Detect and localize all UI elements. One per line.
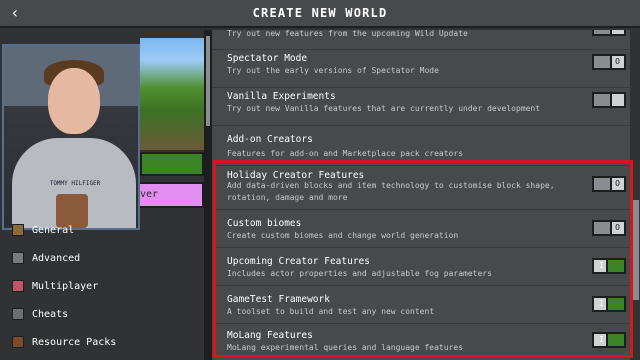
nav-item-label: General (32, 224, 75, 236)
cheats-icon (12, 308, 24, 320)
nav-item-label: Multiplayer (32, 280, 99, 292)
webcam-overlay: TOMMY HILFIGER (2, 44, 140, 230)
world-preview-image (140, 38, 204, 150)
left-scrollbar-thumb[interactable] (206, 36, 210, 126)
side-nav: General Advanced Multiplayer Cheats Reso… (0, 216, 204, 356)
setting-toggle[interactable]: I (592, 296, 626, 312)
setting-title: MoLang Features (227, 330, 313, 341)
create-button[interactable] (140, 152, 204, 176)
setting-row-vanilla-experiments: Vanilla Experiments Try out new Vanilla … (212, 88, 640, 126)
setting-title: Spectator Mode (227, 53, 308, 64)
toggle-mark: O (615, 179, 620, 188)
general-icon (12, 224, 24, 236)
nav-item-multiplayer[interactable]: Multiplayer (0, 272, 204, 300)
setting-toggle[interactable]: I (592, 332, 626, 348)
settings-list: Try out new features from the upcoming W… (212, 30, 640, 360)
left-panel: rver TOMMY HILFIGER General Advanced Mul… (0, 30, 204, 360)
header: ‹ CREATE NEW WORLD (0, 0, 640, 28)
setting-title: GameTest Framework (227, 294, 330, 305)
setting-row-gametest-framework: GameTest Framework A toolset to build an… (212, 286, 640, 324)
toggle-mark: I (599, 299, 604, 308)
setting-row-molang-features: MoLang Features MoLang experimental quer… (212, 324, 640, 360)
toggle-knob (610, 30, 626, 36)
toggle-knob (610, 92, 626, 108)
nav-item-label: Advanced (32, 252, 81, 264)
setting-toggle[interactable] (592, 30, 626, 36)
setting-toggle[interactable]: O (592, 54, 626, 70)
setting-row-holiday-creator-features: Holiday Creator Features Add data-driven… (212, 166, 640, 210)
toggle-mark: O (615, 223, 620, 232)
setting-toggle[interactable]: O (592, 176, 626, 192)
nav-item-advanced[interactable]: Advanced (0, 244, 204, 272)
nav-item-label: Resource Packs (32, 336, 117, 348)
setting-desc: A toolset to build and test any new cont… (227, 307, 435, 316)
setting-desc: Create custom biomes and change world ge… (227, 231, 459, 240)
section-add-on-creators: Add-on Creators Features for add-on and … (212, 126, 640, 166)
setting-desc: Add data-driven blocks and item technolo… (227, 181, 555, 202)
setting-toggle[interactable] (592, 92, 626, 108)
right-scrollbar-thumb[interactable] (631, 200, 639, 300)
nav-item-cheats[interactable]: Cheats (0, 300, 204, 328)
webcam-person-face (48, 68, 100, 134)
multiplayer-icon (12, 280, 24, 292)
toggle-mark: O (615, 57, 620, 66)
webcam-shirt-logo: TOMMY HILFIGER (49, 180, 101, 187)
setting-title: Upcoming Creator Features (227, 256, 370, 267)
setting-row-custom-biomes: Custom biomes Create custom biomes and c… (212, 210, 640, 248)
toggle-mark: I (599, 335, 604, 344)
page-title: CREATE NEW WORLD (252, 6, 388, 20)
setting-desc: MoLang experimental queries and language… (227, 343, 464, 352)
setting-desc: Try out the early versions of Spectator … (227, 66, 439, 75)
nav-item-resource-packs[interactable]: Resource Packs (0, 328, 204, 356)
resource-packs-icon (12, 336, 24, 348)
setting-row-upcoming-creator-features: Upcoming Creator Features Includes actor… (212, 248, 640, 286)
nav-item-general[interactable]: General (0, 216, 204, 244)
section-desc: Features for add-on and Marketplace pack… (227, 149, 464, 158)
setting-toggle[interactable]: O (592, 220, 626, 236)
setting-desc: Includes actor properties and adjustable… (227, 269, 492, 278)
advanced-icon (12, 252, 24, 264)
toggle-mark: I (599, 261, 604, 270)
setting-toggle[interactable]: I (592, 258, 626, 274)
setting-desc: Try out new Vanilla features that are cu… (227, 104, 541, 113)
setting-desc: Try out new features from the upcoming W… (227, 30, 468, 38)
setting-row-wild-update: Try out new features from the upcoming W… (212, 30, 640, 50)
right-scrollbar[interactable] (630, 30, 640, 360)
setting-row-spectator-mode: Spectator Mode Try out the early version… (212, 50, 640, 88)
setting-title: Vanilla Experiments (227, 91, 336, 102)
nav-item-label: Cheats (32, 308, 69, 320)
section-title: Add-on Creators (227, 134, 313, 145)
setting-title: Custom biomes (227, 218, 302, 229)
